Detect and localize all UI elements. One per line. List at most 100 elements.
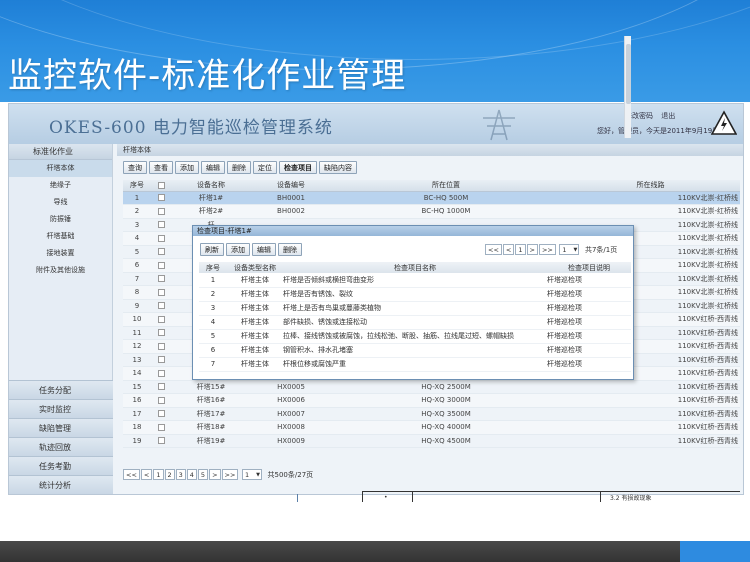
dialog-refresh-button[interactable]: 刷新 xyxy=(200,243,224,256)
cell-select[interactable] xyxy=(151,434,171,448)
cell-select[interactable] xyxy=(151,339,171,354)
row-checkbox[interactable] xyxy=(157,221,165,229)
cell-select[interactable] xyxy=(151,285,171,300)
sidebar-item-conductor[interactable]: 导线 xyxy=(9,194,112,211)
dialog-table-row[interactable]: 6 杆塔主体 钢管积水、排水孔堵塞 杆塔巡检项 xyxy=(199,343,631,358)
row-checkbox[interactable] xyxy=(157,288,165,296)
cell-select[interactable] xyxy=(151,204,171,219)
locate-button[interactable]: 定位 xyxy=(253,161,277,174)
sidebar-item-tower-foundation[interactable]: 杆塔基础 xyxy=(9,228,112,245)
page-select[interactable]: 1 ▼ xyxy=(241,469,262,480)
delete-button[interactable]: 删除 xyxy=(227,161,251,174)
row-checkbox[interactable] xyxy=(157,234,165,242)
dialog-scrollbar[interactable] xyxy=(624,36,631,138)
cell-select[interactable] xyxy=(151,312,171,327)
cell-select[interactable] xyxy=(151,245,171,259)
defect-content-button[interactable]: 缺陷内容 xyxy=(319,161,357,174)
row-checkbox[interactable] xyxy=(157,369,165,377)
cell-select[interactable] xyxy=(151,420,171,435)
row-checkbox[interactable] xyxy=(157,383,165,391)
table-row[interactable]: 18 杆塔18# HX0008 HQ-XQ 4000M 110KV红桥-西青线 xyxy=(123,420,740,435)
check-items-button[interactable]: 检查项目 xyxy=(279,161,317,174)
row-checkbox[interactable] xyxy=(157,248,165,256)
sidebar-item-accessories[interactable]: 附件及其他设施 xyxy=(9,262,112,279)
sidebar-defect-management[interactable]: 缺陷管理 xyxy=(9,418,113,437)
cell-device-name: 杆塔19# xyxy=(171,434,251,448)
row-checkbox[interactable] xyxy=(157,437,165,445)
dialog-table-row[interactable]: 3 杆塔主体 杆塔上是否有鸟巢或蔓藤类植物 杆塔巡检项 xyxy=(199,301,631,316)
row-checkbox[interactable] xyxy=(157,275,165,283)
row-checkbox[interactable] xyxy=(157,194,165,202)
row-checkbox[interactable] xyxy=(157,410,165,418)
dialog-last-page-button[interactable]: >> xyxy=(538,244,556,255)
cell-select[interactable] xyxy=(151,366,171,381)
cell-select[interactable] xyxy=(151,393,171,408)
logout-link[interactable]: 退出 xyxy=(661,112,675,120)
table-row[interactable]: 1 杆塔1# BH0001 BC-HQ 500M 110KV北崇-红桥线 xyxy=(123,191,740,205)
row-checkbox[interactable] xyxy=(157,302,165,310)
table-row[interactable]: 17 杆塔17# HX0007 HQ-XQ 3500M 110KV红桥-西青线 xyxy=(123,407,740,421)
dialog-delete-button[interactable]: 删除 xyxy=(278,243,302,256)
cell-select[interactable] xyxy=(151,258,171,273)
sidebar-task-attendance[interactable]: 任务考勤 xyxy=(9,456,113,475)
add-button[interactable]: 添加 xyxy=(175,161,199,174)
table-row[interactable]: 15 杆塔15# HX0005 HQ-XQ 2500M 110KV红桥-西青线 xyxy=(123,380,740,394)
cell-select[interactable] xyxy=(151,326,171,340)
sidebar-item-tower-body[interactable]: 杆塔本体 xyxy=(9,160,112,177)
cell-select[interactable] xyxy=(151,231,171,246)
cell-select[interactable] xyxy=(151,380,171,394)
dialog-edit-button[interactable]: 编辑 xyxy=(252,243,276,256)
sidebar-item-insulator[interactable]: 绝缘子 xyxy=(9,177,112,194)
cell-select[interactable] xyxy=(151,407,171,421)
table-row[interactable]: 2 杆塔2# BH0002 BC-HQ 1000M 110KV北崇-红桥线 xyxy=(123,204,740,219)
sidebar-track-playback[interactable]: 轨迹回放 xyxy=(9,437,113,456)
cell-select[interactable] xyxy=(151,272,171,286)
table-row[interactable]: 19 杆塔19# HX0009 HQ-XQ 4500M 110KV红桥-西青线 xyxy=(123,434,740,448)
row-checkbox[interactable] xyxy=(157,315,165,323)
dialog-add-button[interactable]: 添加 xyxy=(226,243,250,256)
row-checkbox[interactable] xyxy=(157,207,165,215)
page-1-button[interactable]: 1 xyxy=(153,469,164,480)
row-checkbox[interactable] xyxy=(157,396,165,404)
page-3-button[interactable]: 3 xyxy=(175,469,186,480)
first-page-button[interactable]: << xyxy=(123,469,140,480)
cell-select[interactable] xyxy=(151,353,171,367)
dialog-cell-index: 6 xyxy=(199,343,227,358)
page-4-button[interactable]: 4 xyxy=(186,469,197,480)
edit-button[interactable]: 编辑 xyxy=(201,161,225,174)
sidebar-item-grounding[interactable]: 接地装置 xyxy=(9,245,112,262)
dialog-table-row[interactable]: 5 杆塔主体 拉棒、接线锈蚀或被腐蚀，拉线松弛、断股、抽筋、拉线尾过短、螺帽缺损 杆塔… xyxy=(199,329,631,344)
sidebar-realtime-monitor[interactable]: 实时监控 xyxy=(9,399,113,418)
view-button[interactable]: 查看 xyxy=(149,161,173,174)
dialog-page-select[interactable]: 1 ▼ xyxy=(559,244,580,255)
dialog-first-page-button[interactable]: << xyxy=(485,244,502,255)
next-page-button[interactable]: > xyxy=(209,469,221,480)
cell-device-name: 杆塔1# xyxy=(171,191,251,205)
dialog-table-row[interactable]: 4 杆塔主体 部件缺损、锈蚀或连接松动 杆塔巡检项 xyxy=(199,315,631,330)
dialog-prev-page-button[interactable]: < xyxy=(502,244,515,255)
row-checkbox[interactable] xyxy=(157,423,165,431)
row-checkbox[interactable] xyxy=(157,261,165,269)
row-checkbox[interactable] xyxy=(157,356,165,364)
cell-select[interactable] xyxy=(151,218,171,232)
row-checkbox[interactable] xyxy=(157,342,165,350)
dialog-next-page-button[interactable]: > xyxy=(526,244,538,255)
col-select[interactable] xyxy=(151,180,171,192)
page-2-button[interactable]: 2 xyxy=(164,469,175,480)
query-button[interactable]: 查询 xyxy=(123,161,147,174)
dialog-table-row[interactable]: 1 杆塔主体 杆塔是否倾斜或横担弯曲变形 杆塔巡检项 xyxy=(199,273,631,288)
prev-page-button[interactable]: < xyxy=(140,469,153,480)
dialog-cell-index: 1 xyxy=(199,273,227,288)
page-5-button[interactable]: 5 xyxy=(197,469,209,480)
cell-select[interactable] xyxy=(151,299,171,313)
sidebar-task-assign[interactable]: 任务分配 xyxy=(9,380,113,399)
table-row[interactable]: 16 杆塔16# HX0006 HQ-XQ 3000M 110KV红桥-西青线 xyxy=(123,393,740,408)
sidebar-item-damper[interactable]: 防振锤 xyxy=(9,211,112,228)
row-checkbox[interactable] xyxy=(157,329,165,337)
sidebar-statistics[interactable]: 统计分析 xyxy=(9,475,113,494)
dialog-table-row[interactable]: 7 杆塔主体 杆根位移或腐蚀严重 杆塔巡检项 xyxy=(199,357,631,372)
dialog-table-row[interactable]: 2 杆塔主体 杆塔是否有锈蚀、裂纹 杆塔巡检项 xyxy=(199,287,631,302)
last-page-button[interactable]: >> xyxy=(221,469,239,480)
cell-select[interactable] xyxy=(151,191,171,205)
dialog-page-1-button[interactable]: 1 xyxy=(515,244,526,255)
